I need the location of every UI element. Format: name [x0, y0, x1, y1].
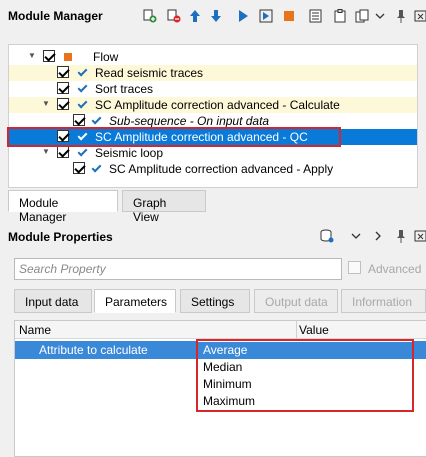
tab-graph-view[interactable]: Graph View [122, 190, 206, 224]
clipboard-icon[interactable] [333, 9, 347, 23]
database-icon[interactable] [320, 229, 334, 243]
column-header-value: Value [299, 323, 329, 337]
tree-item-label: Read seismic traces [95, 66, 204, 80]
column-divider[interactable] [296, 321, 297, 339]
checkbox-icon[interactable] [57, 146, 69, 158]
tree-item-label: SC Amplitude correction advanced - Calcu… [95, 98, 340, 112]
run-icon[interactable] [236, 9, 250, 23]
copy-icon[interactable] [355, 9, 369, 23]
check-icon [77, 83, 87, 93]
module-manager-title: Module Manager [8, 9, 103, 23]
check-icon [77, 99, 87, 109]
tab-information: Information [341, 289, 426, 313]
annotation-highlight-box [7, 127, 341, 147]
tree-item-sort-traces[interactable]: Sort traces [9, 81, 417, 97]
advanced-checkbox[interactable] [348, 261, 361, 274]
tab-output-data: Output data [254, 289, 338, 313]
tree-item-read-seismic-traces[interactable]: Read seismic traces [9, 65, 417, 81]
tree-item-label: Sub-sequence - On input data [109, 114, 270, 128]
check-icon [77, 147, 87, 157]
log-icon[interactable] [309, 9, 323, 23]
tree-item-label: Seismic loop [95, 146, 164, 160]
close-icon[interactable] [414, 9, 426, 23]
tree-item-seismic-loop[interactable]: ▼ Seismic loop [9, 145, 417, 161]
dropdown-option-average[interactable]: Average [198, 342, 412, 359]
tab-module-manager[interactable]: Module Manager [8, 190, 118, 224]
advanced-label: Advanced [368, 262, 422, 276]
grid-header: Name Value [15, 321, 426, 339]
search-property-input[interactable]: Search Property [14, 258, 342, 280]
dropdown-option-maximum[interactable]: Maximum [198, 393, 412, 410]
dropdown-option-median[interactable]: Median [198, 359, 412, 376]
property-name: Attribute to calculate [39, 343, 148, 357]
checkbox-icon[interactable] [57, 82, 69, 94]
tree-item-label: Sort traces [95, 82, 154, 96]
stop-icon[interactable] [282, 9, 296, 23]
check-icon [77, 67, 87, 77]
flow-icon [64, 53, 72, 61]
check-icon [91, 115, 101, 125]
tab-parameters[interactable]: Parameters [94, 289, 176, 313]
chevron-right-icon[interactable] [372, 230, 384, 242]
tree-item-label: Flow [93, 50, 119, 64]
tab-settings[interactable]: Settings [180, 289, 250, 313]
checkbox-icon[interactable] [57, 98, 69, 110]
attribute-dropdown-list[interactable]: Average Median Minimum Maximum [196, 339, 414, 412]
tree-item-sc-calculate[interactable]: ▼ SC Amplitude correction advanced - Cal… [9, 97, 417, 113]
manager-tabbar: Module Manager Graph View [8, 190, 418, 224]
remove-module-icon[interactable] [167, 9, 181, 23]
move-up-icon[interactable] [188, 9, 202, 23]
more-icon[interactable] [373, 9, 387, 23]
pin-icon[interactable] [394, 229, 408, 243]
checkbox-icon[interactable] [57, 66, 69, 78]
tab-input-data[interactable]: Input data [14, 289, 92, 313]
tree-item-flow[interactable]: ▼ Flow [9, 49, 417, 65]
checkbox-icon[interactable] [73, 114, 85, 126]
check-icon [91, 163, 101, 173]
pin-icon[interactable] [394, 9, 408, 23]
column-header-name: Name [19, 323, 52, 337]
module-tree[interactable]: ▼ Flow Read seismic traces Sort traces ▼… [8, 44, 418, 188]
tree-item-label: SC Amplitude correction advanced - Apply [109, 162, 334, 176]
step-run-icon[interactable] [259, 9, 273, 23]
checkbox-icon[interactable] [43, 50, 55, 62]
checkbox-icon[interactable] [73, 162, 85, 174]
collapse-arrow-icon[interactable]: ▼ [41, 147, 51, 157]
module-properties-title: Module Properties [8, 230, 113, 244]
dropdown-option-minimum[interactable]: Minimum [198, 376, 412, 393]
chevron-down-icon[interactable] [350, 230, 362, 242]
collapse-arrow-icon[interactable]: ▼ [27, 51, 37, 61]
close-icon[interactable] [414, 229, 426, 243]
move-down-icon[interactable] [209, 9, 223, 23]
tree-item-sc-apply[interactable]: SC Amplitude correction advanced - Apply [9, 161, 417, 177]
collapse-arrow-icon[interactable]: ▼ [41, 99, 51, 109]
add-module-icon[interactable] [143, 9, 157, 23]
